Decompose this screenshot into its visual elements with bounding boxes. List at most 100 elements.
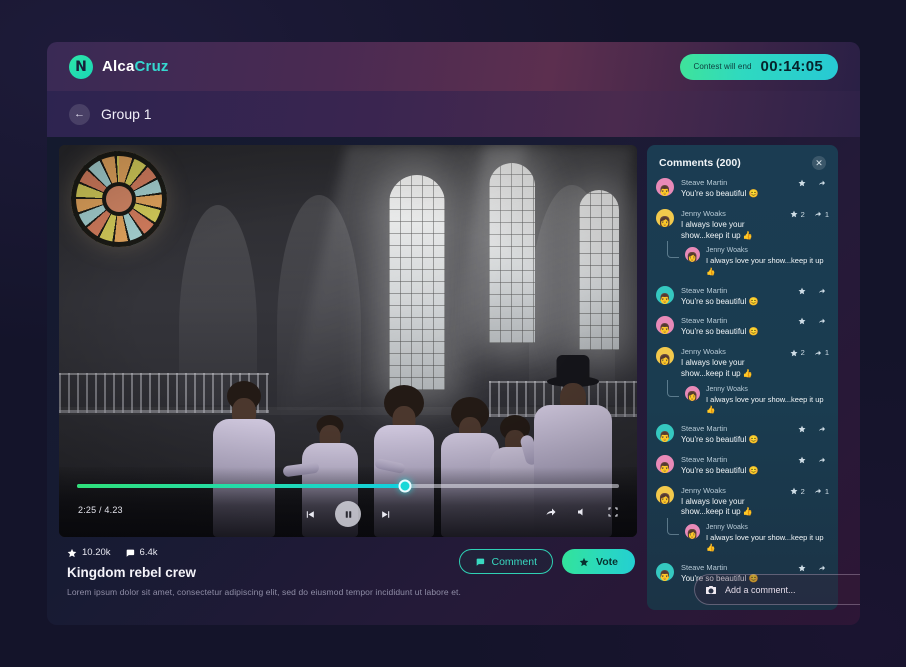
comment-reply[interactable]: 👩 Jenny Woaks I always love your show...ke… [685,247,829,276]
comment-meta: 21 [790,210,829,219]
camera-icon[interactable] [705,584,717,596]
timer-value: 00:14:05 [760,58,823,75]
share-icon [814,350,821,356]
timer-label: Contest will end [693,62,752,71]
comment-star-action[interactable]: 2 [790,487,805,496]
add-comment-input[interactable]: Add a comment... ☺ [694,574,860,605]
brand-logo[interactable]: N AlcaCruz [69,54,169,79]
share-icon[interactable] [545,506,557,518]
comment-meta [798,456,829,464]
video-center-controls [303,501,393,527]
comment-star-action[interactable] [798,287,809,295]
avatar: 👩 [656,347,674,366]
comment-item[interactable]: 👨 Steave Martin You're so beautiful 😊 [656,424,829,446]
comment-icon [476,558,484,566]
comment-button-label: Comment [491,555,538,568]
star-icon [798,456,806,464]
star-count: 10.20k [82,547,111,558]
comment-share-action[interactable]: 1 [814,210,829,219]
share-icon [819,457,825,463]
avatar: 👨 [656,562,674,581]
page-title: Group 1 [101,106,152,122]
comment-text: I always love your show...keep it up 👍 [681,358,753,379]
video-column: 2:25 / 4.23 10.20k 6.4k Kingdom rebel cr… [59,145,637,625]
comment-share-action[interactable] [818,287,829,295]
comment-item[interactable]: 👨 Steave Martin You're so beautiful 😊 [656,316,829,338]
volume-icon[interactable] [576,506,588,518]
comment-star-count: 2 [800,486,805,496]
comment-text: You're so beautiful 😊 [681,189,759,198]
fullscreen-icon[interactable] [607,506,619,518]
close-icon[interactable]: ✕ [812,156,826,170]
logo-icon: N [69,54,93,79]
comment-text: I always love your show...keep it up 👍 [706,256,824,276]
contest-timer-badge: Contest will end 00:14:05 [680,53,838,80]
comment-reply[interactable]: 👩 Jenny Woaks I always love your show...ke… [685,524,829,553]
skip-next-icon[interactable] [380,508,393,521]
comment-author: Jenny Woaks [706,385,748,393]
comment-item[interactable]: 👩 Jenny Woaks I always love your show...ke… [656,208,829,242]
avatar: 👨 [656,316,674,335]
comment-star-action[interactable] [798,564,809,572]
star-icon [798,564,806,571]
comment-share-action[interactable] [818,564,829,572]
comment-item[interactable]: 👨 Steave Martin You're so beautiful 😊 [656,454,829,477]
vote-button[interactable]: Vote [562,549,635,574]
comment-item[interactable]: 👩 Jenny Woaks I always love your show...ke… [656,347,829,380]
comment-meta [798,425,829,433]
video-description: Lorem ipsum dolor sit amet, consectetur … [67,587,461,597]
comment-meta: 21 [790,348,829,357]
comment-item[interactable]: 👨 Steave Martin You're so beautiful 😊 [656,178,829,200]
comment-share-action[interactable]: 1 [814,348,829,357]
comment-icon [126,549,134,557]
logo-glyph: N [75,58,87,75]
comment-star-count: 2 [800,209,805,219]
avatar: 👩 [685,385,700,401]
comment-star-action[interactable]: 2 [790,348,805,357]
app-window: N AlcaCruz Contest will end 00:14:05 ← G… [47,42,860,625]
pause-icon[interactable] [335,501,361,527]
comment-stat: 6.4k [125,547,158,558]
avatar: 👩 [656,208,674,227]
sub-header-bar: ← Group 1 [47,91,860,137]
comment-body: Jenny Woaks I always love your show...kee… [706,524,829,553]
video-progress-bar[interactable] [77,479,619,493]
comment-input-bar: Add a comment... ☺ [694,574,860,605]
comment-body: Jenny Woaks I always love your show...kee… [706,247,829,276]
comment-reply[interactable]: 👩 Jenny Woaks I always love your show...ke… [685,385,829,415]
skip-previous-icon[interactable] [303,508,316,521]
comment-share-action[interactable]: 1 [814,487,829,496]
comment-text: You're so beautiful 😊 [681,435,759,445]
comment-star-action[interactable] [798,456,809,464]
star-icon [579,557,589,566]
share-icon [814,488,821,494]
comment-share-action[interactable] [818,317,829,325]
star-icon [798,318,806,325]
comment-text: You're so beautiful 😊 [681,327,759,337]
comment-share-action[interactable] [818,456,829,464]
video-player[interactable]: 2:25 / 4.23 [59,145,637,537]
avatar: 👨 [656,178,674,196]
comment-star-action[interactable] [798,179,809,187]
video-actions: Comment Vote [458,549,635,574]
brand-name: AlcaCruz [102,58,169,75]
comments-list[interactable]: 👨 Steave Martin You're so beautiful 😊 👩 Jenn… [647,176,838,610]
comment-share-action[interactable] [818,179,829,187]
comment-star-action[interactable] [798,425,809,433]
comment-button[interactable]: Comment [458,549,554,574]
comment-star-action[interactable]: 2 [790,210,805,219]
arrow-left-icon[interactable]: ← [69,103,90,125]
comment-item[interactable]: 👨 Steave Martin You're so beautiful 😊 [656,285,829,308]
comment-meta: 21 [790,487,829,496]
comment-item[interactable]: 👩 Jenny Woaks I always love your show...ke… [656,485,829,519]
share-icon [814,211,821,217]
comment-star-action[interactable] [798,317,809,325]
avatar: 👨 [656,424,674,443]
comment-body: Jenny Woaks I always love your show...kee… [706,386,829,415]
comment-share-count: 1 [824,209,829,219]
comment-share-action[interactable] [818,425,829,433]
video-progress-handle[interactable] [398,479,412,493]
comment-meta [798,179,829,187]
share-icon [819,288,825,293]
comment-input-placeholder: Add a comment... [725,584,796,595]
